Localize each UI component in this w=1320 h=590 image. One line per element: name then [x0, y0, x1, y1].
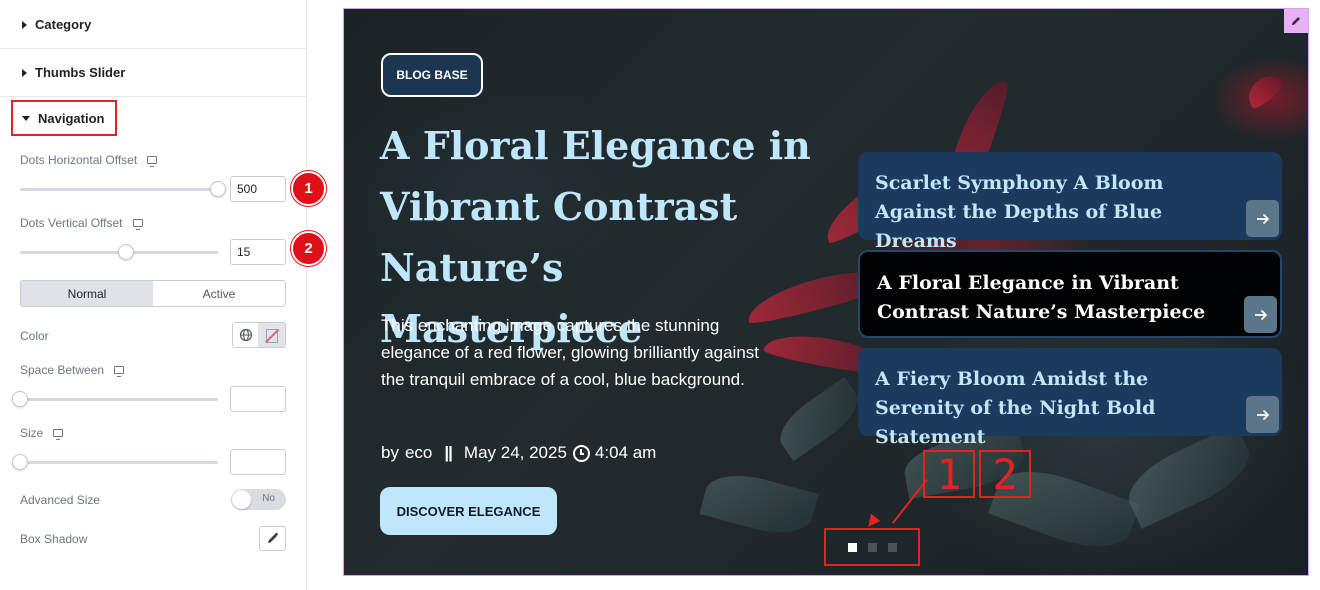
desktop-icon[interactable]	[114, 366, 125, 377]
no-color-swatch-icon[interactable]	[258, 323, 285, 347]
desktop-icon[interactable]	[147, 156, 158, 167]
space-between-input[interactable]	[230, 386, 286, 412]
size-label: Size	[20, 426, 64, 440]
thumb-title: A Floral Elegance in Vibrant Contrast Na…	[877, 272, 1206, 323]
tab-active[interactable]: Active	[153, 281, 285, 306]
space-between-slider[interactable]	[12, 391, 218, 407]
size-text: Size	[20, 426, 44, 440]
leaf	[770, 376, 868, 462]
color-label: Color	[20, 329, 49, 343]
dots-vertical-offset-text: Dots Vertical Offset	[20, 216, 123, 230]
size-input[interactable]	[230, 449, 286, 475]
annotation-badge-1: 1	[291, 171, 326, 206]
section-category-label: Category	[35, 17, 92, 32]
widget-edit-button[interactable]	[1284, 9, 1308, 33]
thumb-item-active[interactable]: A Floral Elegance in Vibrant Contrast Na…	[858, 250, 1282, 338]
box-shadow-label: Box Shadow	[20, 532, 88, 546]
pagination-dot-2[interactable]	[867, 542, 877, 552]
size-slider[interactable]	[12, 454, 218, 470]
box-shadow-edit-button[interactable]	[259, 526, 286, 551]
meta-separator: ||	[444, 443, 452, 462]
clock-icon	[572, 444, 590, 462]
toggle-knob	[232, 490, 251, 509]
slider-handle[interactable]	[118, 244, 134, 260]
caret-right-icon	[22, 20, 27, 29]
dots-vertical-offset-label: Dots Vertical Offset	[20, 216, 143, 230]
section-thumbs-slider-label: Thumbs Slider	[35, 65, 126, 80]
dots-horizontal-offset-slider[interactable]	[20, 181, 226, 197]
advanced-size-toggle[interactable]: No	[231, 489, 286, 510]
section-navigation-label: Navigation	[38, 110, 105, 126]
category-badge[interactable]: BLOG BASE	[381, 53, 483, 97]
thumb-title: A Fiery Bloom Amidst the Serenity of the…	[875, 368, 1156, 448]
annotation-badge-2: 2	[291, 231, 326, 266]
caret-down-icon	[22, 115, 30, 121]
space-between-text: Space Between	[20, 363, 105, 377]
dots-vertical-offset-slider[interactable]	[20, 244, 218, 260]
dots-horizontal-offset-input[interactable]: 500	[230, 176, 286, 202]
desktop-icon[interactable]	[53, 429, 64, 440]
thumb-item[interactable]: A Fiery Bloom Amidst the Serenity of the…	[858, 348, 1282, 448]
state-tabs: Normal Active	[20, 280, 286, 307]
slider-handle[interactable]	[12, 391, 28, 407]
pencil-icon	[1291, 17, 1300, 26]
dots-vertical-offset-input[interactable]: 15	[230, 239, 286, 265]
toggle-text: No	[262, 493, 275, 504]
flower-petal	[1241, 68, 1287, 112]
meta-time: 4:04 am	[594, 443, 657, 462]
pagination-dot-3[interactable]	[887, 542, 897, 552]
arrow-right-icon[interactable]	[1244, 296, 1277, 333]
slider-preview: BLOG BASE A Floral Elegance in Vibrant C…	[343, 8, 1309, 576]
meta-author[interactable]: eco	[405, 443, 432, 463]
arrow-right-icon[interactable]	[1246, 200, 1279, 237]
arrow-right-icon[interactable]	[1246, 396, 1279, 433]
pencil-icon	[268, 532, 279, 543]
settings-panel: Category Thumbs Slider Navigation Dots H…	[0, 0, 326, 590]
slider-handle[interactable]	[12, 454, 28, 470]
space-between-label: Space Between	[20, 363, 125, 377]
pagination-dot-1[interactable]	[847, 542, 857, 552]
thumb-item[interactable]: Scarlet Symphony A Bloom Against the Dep…	[858, 152, 1282, 252]
post-meta: by eco || May 24, 2025 4:04 am	[381, 443, 656, 463]
advanced-size-label: Advanced Size	[20, 493, 101, 507]
desktop-icon[interactable]	[132, 219, 143, 230]
pagination-dots	[824, 528, 920, 566]
caret-right-icon	[22, 68, 27, 77]
tab-normal[interactable]: Normal	[21, 281, 153, 306]
slider-handle[interactable]	[210, 181, 226, 197]
annotation-box-1: 1	[923, 450, 975, 499]
annotation-box-2: 2	[979, 450, 1031, 499]
meta-date: May 24, 2025	[463, 443, 567, 462]
color-picker	[232, 322, 286, 348]
meta-by: by	[381, 443, 399, 462]
section-navigation[interactable]: Navigation	[11, 100, 117, 136]
thumb-title: Scarlet Symphony A Bloom Against the Dep…	[875, 172, 1164, 252]
discover-button[interactable]: DISCOVER ELEGANCE	[380, 487, 557, 535]
dots-horizontal-offset-label: Dots Horizontal Offset	[20, 153, 158, 167]
section-thumbs-slider[interactable]: Thumbs Slider	[0, 49, 306, 97]
leaf	[699, 465, 819, 543]
dots-horizontal-offset-text: Dots Horizontal Offset	[20, 153, 138, 167]
slide-description: This enchanting image captures the stunn…	[381, 316, 760, 389]
globe-icon[interactable]	[233, 323, 259, 347]
section-category[interactable]: Category	[0, 1, 306, 49]
app-root: Category Thumbs Slider Navigation Dots H…	[0, 0, 1320, 590]
